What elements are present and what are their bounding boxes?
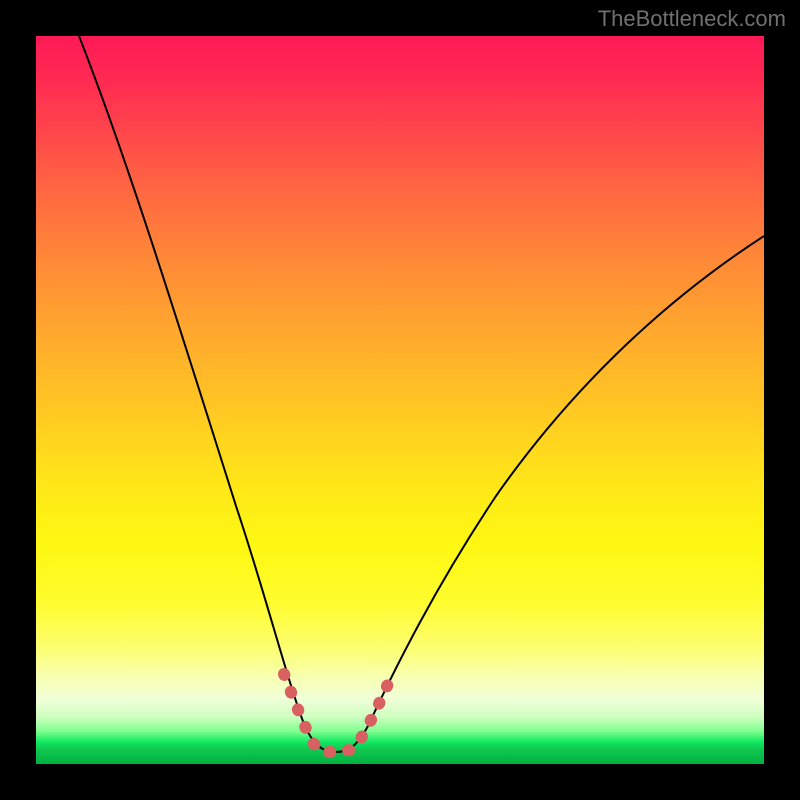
bottleneck-curve-line bbox=[79, 36, 764, 752]
watermark-text: TheBottleneck.com bbox=[598, 6, 786, 32]
chart-svg bbox=[36, 36, 764, 764]
optimal-range-marker bbox=[284, 674, 388, 752]
chart-plot-area bbox=[36, 36, 764, 764]
